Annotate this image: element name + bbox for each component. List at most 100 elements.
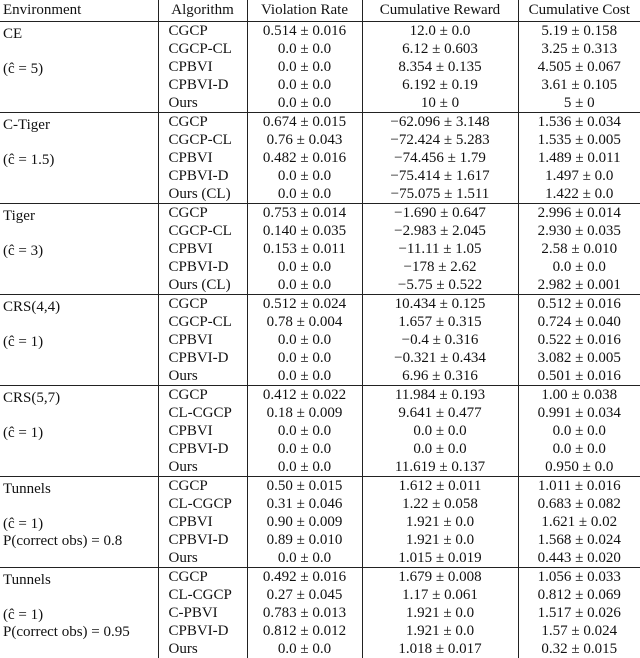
cumulative-reward-cell: 1.921 ± 0.0 — [362, 513, 518, 531]
cumulative-cost-cell: 0.0 ± 0.0 — [518, 258, 640, 276]
algorithm-cell: CPBVI-D — [158, 76, 247, 94]
algorithm-cell: CGCP-CL — [158, 222, 247, 240]
violation-rate-cell: 0.783 ± 0.013 — [247, 604, 362, 622]
algorithm-cell: CGCP-CL — [158, 40, 247, 58]
algorithm-cell: CPBVI — [158, 513, 247, 531]
violation-rate-cell: 0.0 ± 0.0 — [247, 276, 362, 295]
algorithm-cell: Ours — [158, 458, 247, 477]
algorithm-cell: CPBVI-D — [158, 622, 247, 640]
cumulative-reward-cell: 6.12 ± 0.603 — [362, 40, 518, 58]
violation-rate-cell: 0.0 ± 0.0 — [247, 40, 362, 58]
header-cumulative-reward: Cumulative Reward — [362, 0, 518, 22]
environment-name: Tunnels — [3, 572, 158, 607]
algorithm-cell: Ours (CL) — [158, 185, 247, 204]
algorithm-cell: CPBVI — [158, 58, 247, 76]
cumulative-reward-cell: −72.424 ± 5.283 — [362, 131, 518, 149]
violation-rate-cell: 0.50 ± 0.015 — [247, 477, 362, 496]
cumulative-reward-cell: −75.075 ± 1.511 — [362, 185, 518, 204]
table-row: Tiger(ĉ = 3)CGCP0.753 ± 0.014−1.690 ± 0.… — [0, 204, 640, 223]
violation-rate-cell: 0.812 ± 0.012 — [247, 622, 362, 640]
cumulative-reward-cell: −11.11 ± 1.05 — [362, 240, 518, 258]
cumulative-cost-cell: 0.32 ± 0.015 — [518, 640, 640, 658]
violation-rate-cell: 0.0 ± 0.0 — [247, 549, 362, 568]
cumulative-cost-cell: 0.443 ± 0.020 — [518, 549, 640, 568]
header-cumulative-cost: Cumulative Cost — [518, 0, 640, 22]
header-environment: Environment — [0, 0, 158, 22]
violation-rate-cell: 0.0 ± 0.0 — [247, 258, 362, 276]
cumulative-reward-cell: −0.321 ± 0.434 — [362, 349, 518, 367]
violation-rate-cell: 0.492 ± 0.016 — [247, 568, 362, 587]
algorithm-cell: CGCP — [158, 204, 247, 223]
cumulative-reward-cell: 1.612 ± 0.011 — [362, 477, 518, 496]
cumulative-cost-cell: 1.517 ± 0.026 — [518, 604, 640, 622]
violation-rate-cell: 0.0 ± 0.0 — [247, 367, 362, 386]
environment-cost-threshold: (ĉ = 1) — [3, 516, 158, 533]
environment-observation-prob: P(correct obs) = 0.8 — [3, 533, 158, 550]
algorithm-cell: CL-CGCP — [158, 586, 247, 604]
cumulative-reward-cell: 9.641 ± 0.477 — [362, 404, 518, 422]
cumulative-reward-cell: −75.414 ± 1.617 — [362, 167, 518, 185]
violation-rate-cell: 0.31 ± 0.046 — [247, 495, 362, 513]
algorithm-cell: CPBVI — [158, 331, 247, 349]
cumulative-cost-cell: 1.056 ± 0.033 — [518, 568, 640, 587]
environment-name: CRS(4,4) — [3, 299, 158, 334]
cumulative-reward-cell: −178 ± 2.62 — [362, 258, 518, 276]
violation-rate-cell: 0.412 ± 0.022 — [247, 386, 362, 405]
environment-cell: Tunnels(ĉ = 1)P(correct obs) = 0.8 — [0, 477, 158, 568]
environment-cell: Tunnels(ĉ = 1)P(correct obs) = 0.95 — [0, 568, 158, 658]
violation-rate-cell: 0.18 ± 0.009 — [247, 404, 362, 422]
cumulative-cost-cell: 0.812 ± 0.069 — [518, 586, 640, 604]
algorithm-cell: CGCP — [158, 22, 247, 41]
cumulative-reward-cell: 10.434 ± 0.125 — [362, 295, 518, 314]
cumulative-reward-cell: 1.921 ± 0.0 — [362, 531, 518, 549]
cumulative-cost-cell: 1.57 ± 0.024 — [518, 622, 640, 640]
cumulative-cost-cell: 0.683 ± 0.082 — [518, 495, 640, 513]
violation-rate-cell: 0.0 ± 0.0 — [247, 185, 362, 204]
cumulative-cost-cell: 0.0 ± 0.0 — [518, 440, 640, 458]
violation-rate-cell: 0.0 ± 0.0 — [247, 94, 362, 113]
environment-cost-threshold: (ĉ = 1.5) — [3, 152, 158, 169]
cumulative-reward-cell: 10 ± 0 — [362, 94, 518, 113]
cumulative-cost-cell: 0.522 ± 0.016 — [518, 331, 640, 349]
violation-rate-cell: 0.482 ± 0.016 — [247, 149, 362, 167]
results-table: Environment Algorithm Violation Rate Cum… — [0, 0, 640, 658]
violation-rate-cell: 0.0 ± 0.0 — [247, 167, 362, 185]
environment-cell: CE(ĉ = 5) — [0, 22, 158, 113]
violation-rate-cell: 0.90 ± 0.009 — [247, 513, 362, 531]
environment-cost-threshold: (ĉ = 1) — [3, 334, 158, 351]
table-row: CE(ĉ = 5)CGCP0.514 ± 0.01612.0 ± 0.05.19… — [0, 22, 640, 41]
environment-observation-prob: P(correct obs) = 0.95 — [3, 624, 158, 641]
cumulative-reward-cell: 1.018 ± 0.017 — [362, 640, 518, 658]
cumulative-cost-cell: 3.25 ± 0.313 — [518, 40, 640, 58]
cumulative-reward-cell: 11.984 ± 0.193 — [362, 386, 518, 405]
environment-cell: Tiger(ĉ = 3) — [0, 204, 158, 295]
header-violation-rate: Violation Rate — [247, 0, 362, 22]
cumulative-cost-cell: 5.19 ± 0.158 — [518, 22, 640, 41]
violation-rate-cell: 0.753 ± 0.014 — [247, 204, 362, 223]
cumulative-reward-cell: −5.75 ± 0.522 — [362, 276, 518, 295]
violation-rate-cell: 0.0 ± 0.0 — [247, 58, 362, 76]
cumulative-reward-cell: −0.4 ± 0.316 — [362, 331, 518, 349]
algorithm-cell: CGCP — [158, 295, 247, 314]
table-row: C-Tiger(ĉ = 1.5)CGCP0.674 ± 0.015−62.096… — [0, 113, 640, 132]
table-row: CRS(4,4)(ĉ = 1)CGCP0.512 ± 0.02410.434 ±… — [0, 295, 640, 314]
violation-rate-cell: 0.27 ± 0.045 — [247, 586, 362, 604]
cumulative-reward-cell: 1.921 ± 0.0 — [362, 604, 518, 622]
cumulative-cost-cell: 2.996 ± 0.014 — [518, 204, 640, 223]
violation-rate-cell: 0.153 ± 0.011 — [247, 240, 362, 258]
cumulative-reward-cell: 6.192 ± 0.19 — [362, 76, 518, 94]
table-row: CRS(5,7)(ĉ = 1)CGCP0.412 ± 0.02211.984 ±… — [0, 386, 640, 405]
cumulative-cost-cell: 1.621 ± 0.02 — [518, 513, 640, 531]
cumulative-reward-cell: −74.456 ± 1.79 — [362, 149, 518, 167]
cumulative-cost-cell: 2.930 ± 0.035 — [518, 222, 640, 240]
algorithm-cell: CGCP-CL — [158, 313, 247, 331]
cumulative-reward-cell: −62.096 ± 3.148 — [362, 113, 518, 132]
cumulative-cost-cell: 1.489 ± 0.011 — [518, 149, 640, 167]
cumulative-cost-cell: 2.982 ± 0.001 — [518, 276, 640, 295]
cumulative-cost-cell: 1.568 ± 0.024 — [518, 531, 640, 549]
algorithm-cell: CPBVI — [158, 240, 247, 258]
algorithm-cell: CPBVI-D — [158, 258, 247, 276]
algorithm-cell: CPBVI — [158, 422, 247, 440]
algorithm-cell: CPBVI — [158, 149, 247, 167]
cumulative-cost-cell: 0.512 ± 0.016 — [518, 295, 640, 314]
